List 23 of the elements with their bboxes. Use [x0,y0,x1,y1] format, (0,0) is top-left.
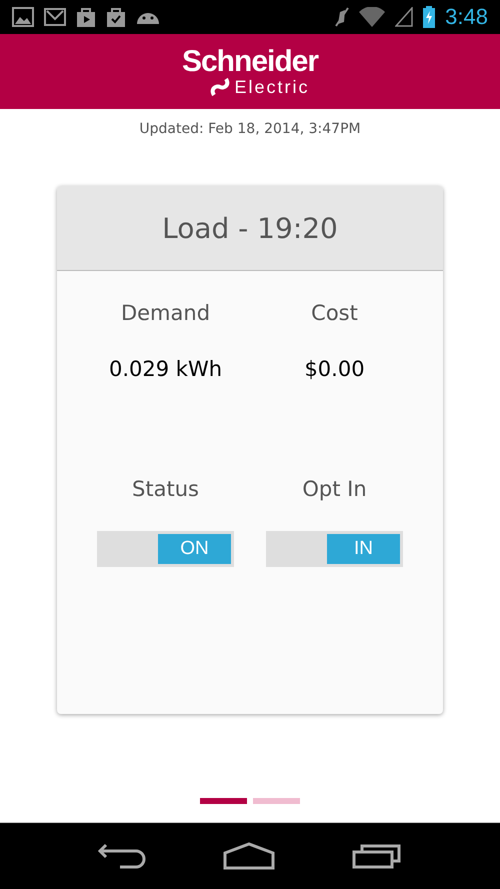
toggle-switch[interactable]: IN [266,531,403,567]
brand-name: Schneider [182,46,318,76]
brand-subtitle: Electric [234,76,310,96]
logo-mark-icon [210,76,230,96]
signal-icon [395,7,414,27]
wifi-icon [359,7,386,27]
mail-icon [44,8,66,26]
clock-time: 3:48 [445,4,488,30]
toggle-thumb: IN [327,534,400,564]
toggle-thumb: ON [158,534,231,564]
updated-timestamp: Updated: Feb 18, 2014, 3:47PM [139,121,361,137]
play-store-icon [76,7,96,27]
battery-charging-icon [423,6,436,28]
metric-value: 0.029 kWh [108,357,222,381]
metric-value: $0.00 [304,357,365,381]
picture-icon [12,7,34,27]
metric-label: Demand [120,301,210,325]
toggle-label: Opt In [302,477,367,501]
bag-check-icon [106,7,126,27]
toggle-switch[interactable]: ON [97,531,234,567]
card-title: Load - 19:20 [57,186,443,271]
toggle-label: Status [132,477,199,501]
metric-label: Cost [311,301,358,325]
